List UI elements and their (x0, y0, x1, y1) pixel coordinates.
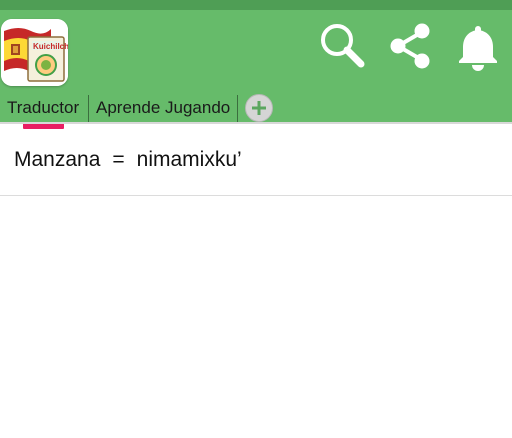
tab-label: Traductor (7, 98, 80, 117)
row-divider (0, 195, 512, 196)
app-bar: Kuichilchil Traductor A (0, 10, 512, 129)
tab-divider (88, 95, 89, 123)
search-icon[interactable] (312, 16, 372, 76)
app-logo: Kuichilchil (1, 19, 68, 86)
bell-icon[interactable] (448, 16, 508, 76)
add-tab-button[interactable] (245, 94, 273, 122)
logo-wordmark: Kuichilchil (33, 42, 68, 51)
translation-result[interactable]: Manzana = nimamixku’ (0, 124, 512, 196)
tab-aprende-jugando[interactable]: Aprende Jugando (96, 93, 230, 123)
equals-sign: = (112, 148, 125, 171)
share-icon[interactable] (380, 16, 440, 76)
translated-word: nimamixku’ (136, 148, 242, 171)
tab-label: Aprende Jugando (96, 98, 231, 117)
spanish-flag-logo-icon: Kuichilchil (1, 19, 68, 86)
plus-icon (252, 101, 266, 115)
status-bar (0, 0, 512, 10)
source-word: Manzana (14, 148, 101, 171)
tab-traductor[interactable]: Traductor (7, 93, 79, 123)
tab-divider (237, 95, 238, 123)
